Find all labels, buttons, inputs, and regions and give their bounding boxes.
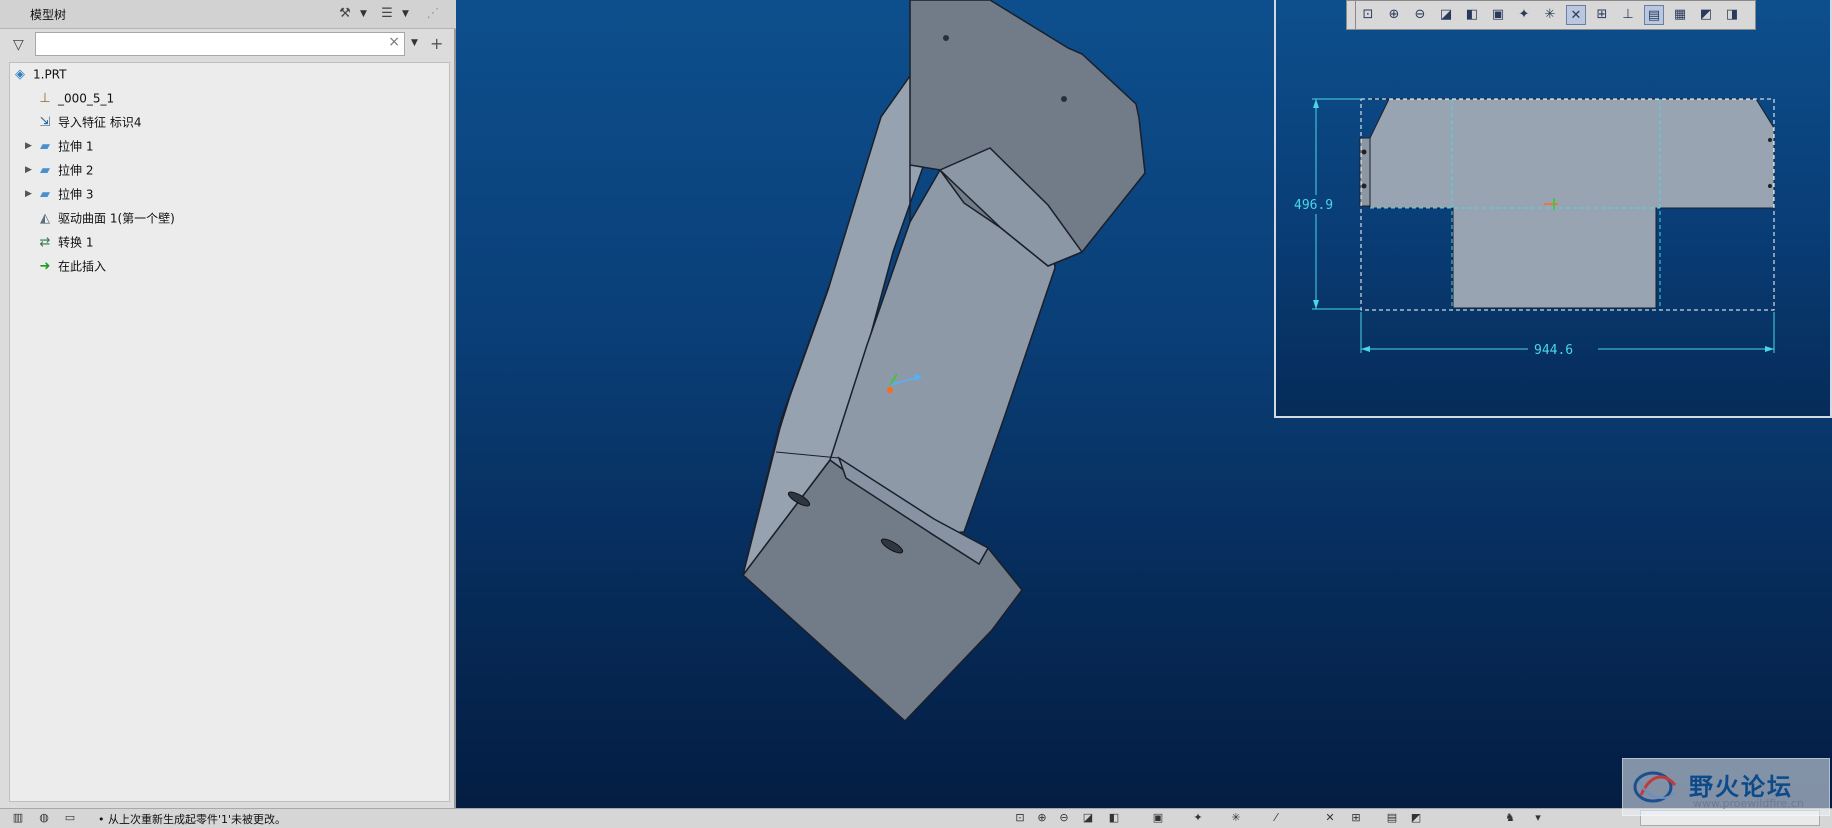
axis-display-icon[interactable]: ✳ — [1540, 5, 1560, 25]
chevron-down-icon[interactable]: ▾ — [1530, 810, 1546, 825]
expand-arrow-icon[interactable]: ▶ — [25, 160, 35, 180]
model-tree: ◈ 1.PRT ⊥ _000_5_1 ⇲ 导入特征 标识4 ▶ ▰ 拉伸 1 ▶ ▰ 拉伸 2 ▶ ▰ 拉伸… — [9, 62, 450, 802]
selection-filter-icon[interactable]: ♞ — [1502, 810, 1518, 825]
coordinate-system-icon: ⊥ — [39, 90, 51, 106]
tree-item-label: 1.PRT — [33, 67, 67, 82]
tree-item-label: 拉伸 3 — [58, 187, 94, 202]
dimension-height: 496.9 — [1294, 198, 1333, 213]
tree-item[interactable]: ⊥ _000_5_1 — [37, 88, 114, 108]
repaint-icon[interactable]: ◪ — [1080, 810, 1096, 825]
filter-row: ▽ × ▼ + — [0, 30, 456, 60]
driving-surface-icon: ◭ — [40, 210, 50, 226]
point-display-icon[interactable]: ✕ — [1566, 5, 1586, 25]
csys-display-icon[interactable]: ⊞ — [1348, 810, 1364, 825]
zoom-in-icon[interactable]: ⊕ — [1384, 5, 1404, 25]
watermark-url: www.proewildfire.cn — [1693, 797, 1804, 810]
bend-icon[interactable]: ◩ — [1408, 810, 1424, 825]
saved-views-icon[interactable]: ▣ — [1488, 5, 1508, 25]
tree-item[interactable]: ⇄ 转换 1 — [37, 232, 94, 252]
flat-pattern-preview-icon[interactable]: ▤ — [1384, 810, 1400, 825]
flat-pattern-view: 496.9 944.6 — [1294, 98, 1775, 358]
plus-icon[interactable]: + — [430, 34, 443, 53]
tree-item-label: 拉伸 2 — [58, 163, 94, 178]
full-screen-icon[interactable]: ▭ — [62, 810, 78, 825]
import-feature-icon: ⇲ — [39, 114, 51, 130]
chevron-down-icon[interactable]: ▼ — [360, 5, 370, 23]
unbend-icon[interactable]: ◨ — [1722, 5, 1742, 25]
mount-hole — [943, 35, 949, 41]
tree-item[interactable]: ▶ ▰ 拉伸 2 — [25, 160, 94, 180]
status-message: • 从上次重新生成起零件'1'未被更改。 — [98, 813, 287, 826]
extrude-icon: ▰ — [40, 138, 50, 154]
shading-icon[interactable]: ◧ — [1462, 5, 1482, 25]
datum-display-icon[interactable]: ✦ — [1190, 810, 1206, 825]
show-list-icon[interactable]: ☰ — [378, 5, 396, 23]
tree-item-label: 转换 1 — [58, 235, 94, 250]
mount-hole — [1061, 96, 1067, 102]
conversion-icon: ⇄ — [39, 234, 51, 250]
zoom-in-icon[interactable]: ⊕ — [1034, 810, 1050, 825]
model-tree-title: 模型树 — [30, 8, 67, 22]
search-box[interactable]: × — [35, 32, 405, 56]
model-tree-panel: 模型树 ⚒ ▼ ☰ ▼ ⋰ ▽ × ▼ + ◈ 1.PRT ⊥ _000_5_1 ⇲ 导入… — [0, 0, 456, 808]
repaint-icon[interactable]: ◪ — [1436, 5, 1456, 25]
datum-display-icon[interactable]: ✦ — [1514, 5, 1534, 25]
dimension-width: 944.6 — [1534, 343, 1573, 358]
axis-display-icon[interactable]: ✳ — [1228, 810, 1244, 825]
tree-item-label: 在此插入 — [58, 259, 107, 274]
bend-icon[interactable]: ◩ — [1696, 5, 1716, 25]
tree-item[interactable]: ◈ 1.PRT — [12, 64, 66, 84]
insert-here-arrow-icon: ➜ — [39, 258, 51, 274]
csys-display-icon[interactable]: ⊞ — [1592, 5, 1612, 25]
filter-icon[interactable]: ▽ — [13, 36, 31, 54]
model-tree-toggle-icon[interactable]: ▥ — [10, 810, 26, 825]
tree-columns-icon[interactable]: ⋰ — [424, 5, 442, 23]
forum-logo-icon — [1633, 771, 1677, 803]
tree-item[interactable]: ▶ ▰ 拉伸 1 — [25, 136, 94, 156]
saved-views-icon[interactable]: ▣ — [1150, 810, 1166, 825]
annotation-display-icon[interactable]: ⊥ — [1618, 5, 1638, 25]
refit-icon[interactable]: ⊡ — [1358, 5, 1378, 25]
shading-icon[interactable]: ◧ — [1106, 810, 1122, 825]
flat-pattern-shape — [1369, 98, 1775, 309]
forum-watermark: 野火论坛 www.proewildfire.cn — [1622, 758, 1830, 816]
tree-item[interactable]: ⇲ 导入特征 标识4 — [37, 112, 142, 132]
chevron-down-icon[interactable]: ▼ — [402, 5, 412, 23]
tree-item-label: 拉伸 1 — [58, 139, 94, 154]
zoom-out-icon[interactable]: ⊖ — [1410, 5, 1430, 25]
inset-view[interactable]: 496.9 944.6 — [1274, 0, 1832, 418]
point-display-icon[interactable]: ✕ — [1322, 810, 1338, 825]
graphics-toolbar: ⊡ ⊕ ⊖ ◪ ◧ ▣ ✦ ✳ ✕ ⊞ ⊥ ▤ ▦ ◩ ◨ — [1355, 0, 1756, 30]
extrude-icon: ▰ — [40, 162, 50, 178]
expand-arrow-icon[interactable]: ▶ — [25, 184, 35, 204]
refit-icon[interactable]: ⊡ — [1012, 810, 1028, 825]
close-icon[interactable]: × — [388, 34, 400, 50]
sketch-icon[interactable]: ⁄ — [1268, 810, 1284, 825]
extrude-icon: ▰ — [40, 186, 50, 202]
chevron-down-icon[interactable]: ▼ — [411, 38, 418, 48]
tree-item-label: 导入特征 标识4 — [58, 115, 142, 130]
model-tree-header: 模型树 ⚒ ▼ ☰ ▼ ⋰ — [0, 0, 456, 29]
tree-item-label: _000_5_1 — [58, 91, 115, 106]
tree-item[interactable]: ▶ ▰ 拉伸 3 — [25, 184, 94, 204]
tree-item[interactable]: ➜ 在此插入 — [37, 256, 106, 276]
graphics-window[interactable]: 496.9 944.6 ⊡ ⊕ ⊖ ◪ ◧ ▣ ✦ ✳ ✕ ⊞ ⊥ ▤ ▦ ◩ … — [456, 0, 1832, 808]
sheetmetal-icon[interactable]: ▦ — [1670, 5, 1690, 25]
flat-pattern-preview-icon[interactable]: ▤ — [1644, 5, 1664, 25]
expand-arrow-icon[interactable]: ▶ — [25, 136, 35, 156]
settings-tools-icon[interactable]: ⚒ — [336, 5, 354, 23]
search-input[interactable] — [40, 35, 384, 55]
browser-icon[interactable]: ◍ — [36, 810, 52, 825]
status-bar: ▥ ◍ ▭ • 从上次重新生成起零件'1'未被更改。 ⊡ ⊕ ⊖ ◪ ◧ ▣ ✦… — [0, 808, 1832, 828]
tree-item-label: 驱动曲面 1(第一个壁) — [58, 211, 175, 226]
zoom-out-icon[interactable]: ⊖ — [1056, 810, 1072, 825]
tree-item[interactable]: ◭ 驱动曲面 1(第一个壁) — [37, 208, 175, 228]
part-icon: ◈ — [15, 66, 25, 82]
